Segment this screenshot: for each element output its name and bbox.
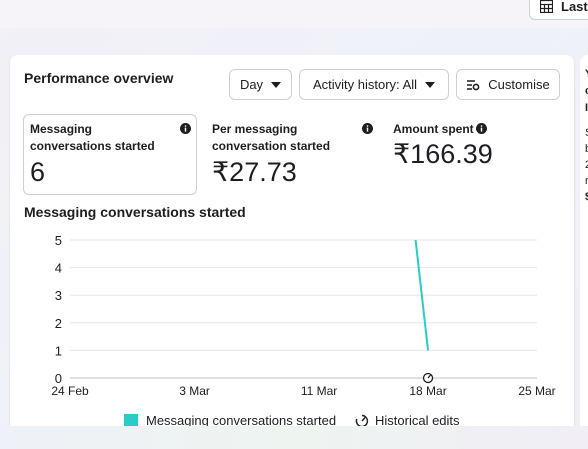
x-tick-label: 24 Feb xyxy=(51,384,89,398)
series-line xyxy=(414,240,430,351)
day-dropdown[interactable]: Day xyxy=(229,69,292,100)
info-icon[interactable] xyxy=(362,123,373,134)
x-tick-label: 3 Mar xyxy=(179,384,210,398)
customise-columns-icon xyxy=(467,79,480,90)
metric-label: Per messaging conversation started xyxy=(212,122,331,153)
metric-value: 6 xyxy=(30,157,46,187)
info-icon[interactable] xyxy=(476,123,487,134)
date-range-button[interactable]: Last xyxy=(529,0,588,20)
x-tick-label: 18 Mar xyxy=(409,384,446,398)
y-tick-label: 3 xyxy=(55,288,62,303)
card-title: Performance overview xyxy=(24,70,174,86)
date-range-label: Last xyxy=(561,0,588,14)
metric-value: ₹166.39 xyxy=(393,139,493,169)
y-tick-label: 2 xyxy=(55,316,62,331)
metric-per-messaging-conversation[interactable]: Per messaging conversation started ₹27.7… xyxy=(212,121,337,188)
y-tick-label: 4 xyxy=(55,261,62,276)
activity-history-label: Activity history: All xyxy=(312,77,418,92)
bottom-strip xyxy=(0,426,588,449)
x-tick-label: 25 Mar xyxy=(518,384,555,398)
metric-label: Messaging conversations started xyxy=(30,122,155,153)
right-side-panel: Y c I S b 2 r $ xyxy=(580,55,588,449)
caret-down-icon xyxy=(271,81,282,88)
caret-down-icon xyxy=(425,81,436,88)
day-dropdown-label: Day xyxy=(239,77,264,92)
customise-label: Customise xyxy=(488,77,550,92)
line-chart: 01234524 Feb 3 Mar 11 Mar 18 Mar 25 Mar xyxy=(51,233,555,398)
metric-value: ₹27.73 xyxy=(212,157,297,187)
y-tick-label: 5 xyxy=(55,233,62,248)
info-icon[interactable] xyxy=(180,123,191,134)
x-tick-label: 11 Mar xyxy=(301,384,337,398)
chart-title: Messaging conversations started xyxy=(24,204,246,220)
performance-overview-card: Performance overview Day Activity histor… xyxy=(10,55,574,449)
top-toolbar xyxy=(0,0,588,28)
customise-button[interactable]: Customise xyxy=(456,69,560,100)
activity-history-dropdown[interactable]: Activity history: All xyxy=(299,69,449,100)
y-tick-label: 1 xyxy=(55,343,62,358)
metric-messaging-conversations[interactable]: Messaging conversations started 6 xyxy=(30,121,175,188)
calendar-grid-icon xyxy=(540,0,553,13)
